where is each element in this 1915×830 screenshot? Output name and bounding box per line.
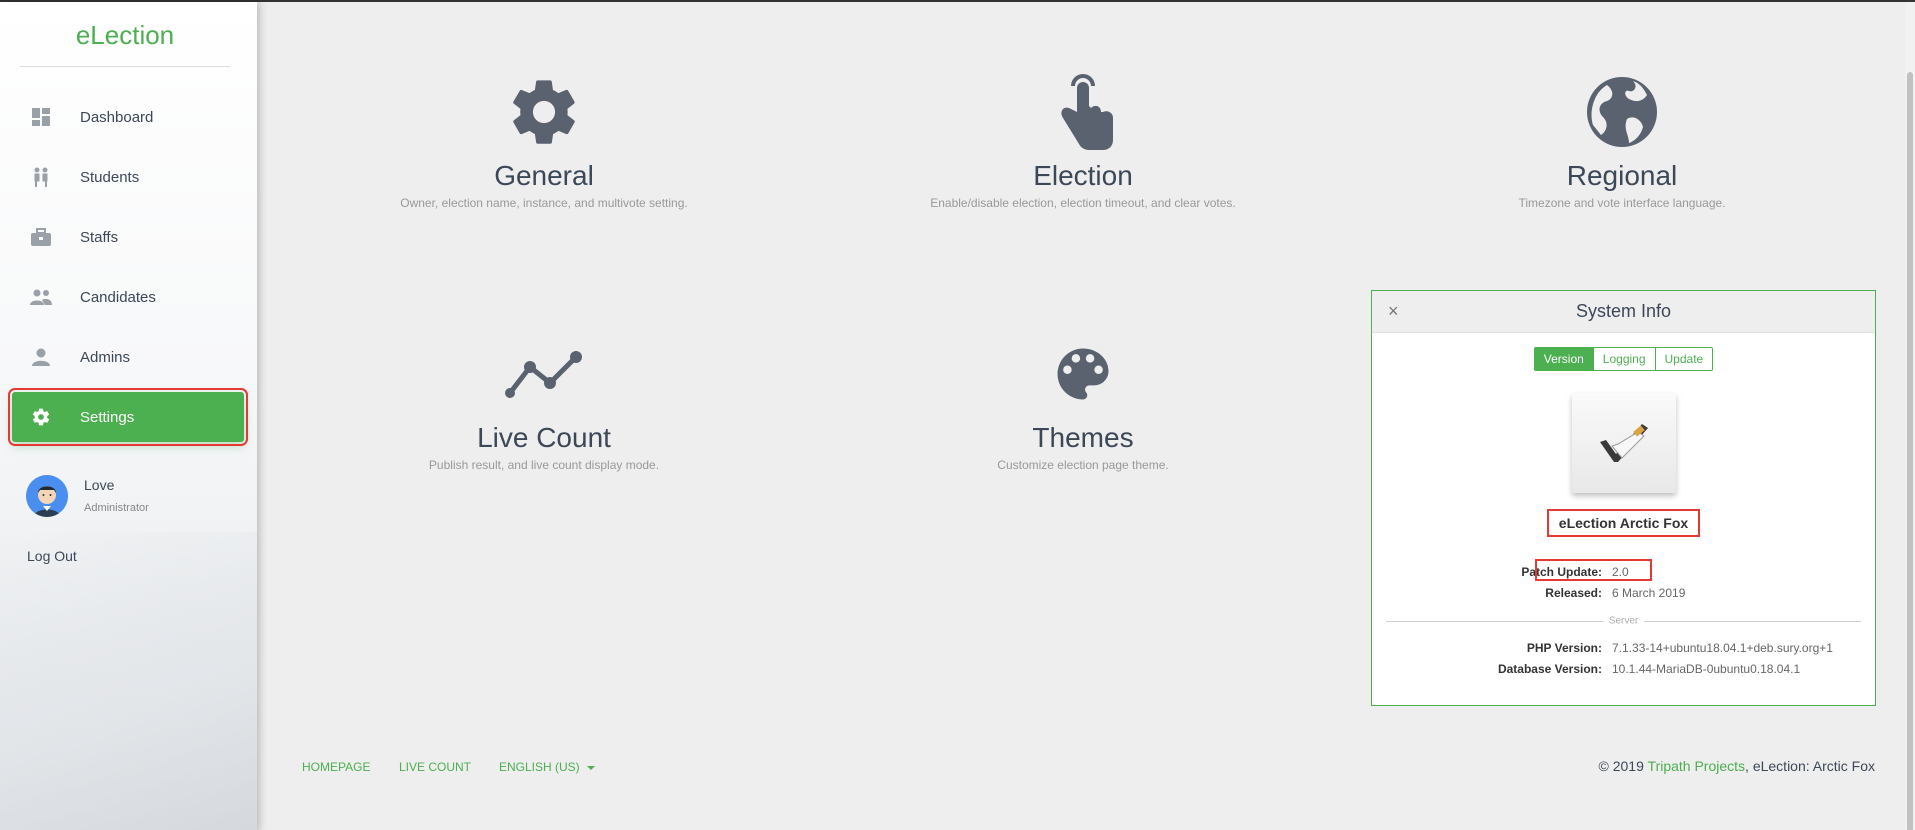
- system-info-panel: × System Info Version Logging Update eLe…: [1371, 290, 1876, 706]
- tab-update[interactable]: Update: [1655, 347, 1714, 371]
- copyright-link[interactable]: Tripath Projects: [1648, 758, 1746, 774]
- sidebar-nav: Dashboard Students Staffs Candidates Adm…: [8, 92, 248, 452]
- brand-logo[interactable]: eLection: [20, 20, 230, 67]
- tile-description: Customize election page theme.: [997, 458, 1169, 472]
- user-name: Love: [84, 477, 115, 493]
- tab-logging[interactable]: Logging: [1593, 347, 1656, 371]
- tile-description: Timezone and vote interface language.: [1518, 196, 1726, 210]
- close-icon[interactable]: ×: [1388, 301, 1399, 322]
- avatar: [26, 475, 68, 517]
- globe-icon: [1412, 72, 1832, 152]
- scrollbar[interactable]: [1905, 2, 1915, 830]
- sidebar-item-label: Dashboard: [80, 108, 154, 126]
- tile-title: General: [494, 160, 594, 191]
- server-divider: Server: [1386, 615, 1861, 627]
- sidebar-item-candidates[interactable]: Candidates: [12, 272, 244, 322]
- php-version-value: 7.1.33-14+ubuntu18.04.1+deb.sury.org+1: [1612, 641, 1833, 655]
- sidebar-item-label: Students: [80, 168, 140, 186]
- system-info-title: System Info: [1575, 301, 1672, 321]
- patch-update-highlight: [1535, 559, 1652, 581]
- user-profile[interactable]: Love Administrator: [26, 475, 149, 517]
- line-chart-icon: [334, 334, 754, 414]
- user-role: Administrator: [84, 502, 149, 514]
- caret-down-icon: [587, 765, 596, 770]
- sidebar-item-students[interactable]: Students: [12, 152, 244, 202]
- system-info-tabs: Version Logging Update: [1372, 347, 1875, 371]
- database-version-value: 10.1.44-MariaDB-0ubuntu0.18.04.1: [1612, 662, 1801, 676]
- scrollbar-thumb[interactable]: [1907, 72, 1913, 830]
- pointer-hand-icon: [873, 72, 1293, 152]
- database-version-label: Database Version:: [1497, 662, 1602, 676]
- patch-update-value: 2.0: [1612, 565, 1629, 579]
- sidebar-item-label: Candidates: [80, 288, 156, 306]
- sidebar-item-admins[interactable]: Admins: [12, 332, 244, 382]
- system-info-header: × System Info: [1372, 291, 1875, 333]
- footer-live-count-link[interactable]: LIVE COUNT: [399, 760, 471, 774]
- dashboard-icon: [30, 106, 52, 128]
- tab-version[interactable]: Version: [1533, 347, 1594, 371]
- sidebar: eLection Dashboard Students Staffs Candi…: [0, 2, 257, 830]
- sidebar-background: [0, 532, 257, 830]
- tile-general[interactable]: General Owner, election name, instance, …: [334, 72, 754, 210]
- tile-description: Owner, election name, instance, and mult…: [400, 196, 688, 210]
- tile-description: Enable/disable election, election timeou…: [930, 196, 1236, 210]
- released-value: 6 March 2019: [1612, 586, 1686, 600]
- palette-icon: [873, 334, 1293, 414]
- logout-link[interactable]: Log Out: [27, 548, 77, 564]
- tile-live-count[interactable]: Live Count Publish result, and live coun…: [334, 334, 754, 472]
- copyright: © 2019 Tripath Projects, eLection: Arcti…: [1599, 758, 1875, 774]
- server-label: Server: [1602, 615, 1645, 627]
- sidebar-item-label: Staffs: [80, 228, 119, 246]
- group-icon: [30, 286, 52, 308]
- copyright-prefix: © 2019: [1598, 758, 1648, 774]
- product-logo: [1571, 393, 1676, 493]
- footer-homepage-link[interactable]: HOMEPAGE: [302, 760, 370, 774]
- tile-description: Publish result, and live count display m…: [428, 458, 660, 472]
- sidebar-item-label: Admins: [80, 348, 131, 366]
- copyright-suffix: , eLection: Arctic Fox: [1745, 758, 1875, 774]
- students-icon: [30, 166, 52, 188]
- tile-election[interactable]: Election Enable/disable election, electi…: [873, 72, 1293, 210]
- product-name: eLection Arctic Fox: [1546, 509, 1701, 537]
- tile-title: Live Count: [477, 422, 611, 453]
- released-label: Released:: [1545, 586, 1602, 600]
- person-icon: [30, 346, 52, 368]
- tile-title: Regional: [1566, 160, 1678, 191]
- sidebar-item-settings[interactable]: Settings: [8, 388, 248, 446]
- sidebar-item-dashboard[interactable]: Dashboard: [12, 92, 244, 142]
- sidebar-item-staffs[interactable]: Staffs: [12, 212, 244, 262]
- gear-icon: [334, 72, 754, 152]
- language-label: ENGLISH (US): [499, 760, 580, 774]
- tile-title: Themes: [1032, 422, 1134, 453]
- tile-themes[interactable]: Themes Customize election page theme.: [873, 334, 1293, 472]
- language-dropdown[interactable]: ENGLISH (US): [499, 760, 596, 774]
- gear-icon: [30, 406, 52, 428]
- briefcase-icon: [30, 226, 52, 248]
- tile-regional[interactable]: Regional Timezone and vote interface lan…: [1412, 72, 1832, 210]
- sidebar-item-label: Settings: [80, 408, 135, 426]
- tile-title: Election: [1033, 160, 1133, 191]
- php-version-label: PHP Version:: [1526, 641, 1602, 655]
